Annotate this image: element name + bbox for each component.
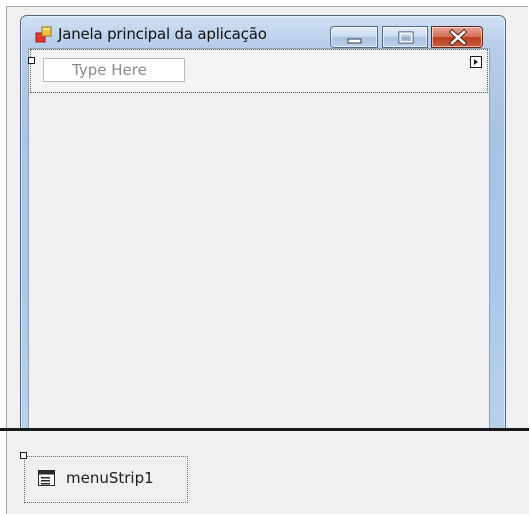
- close-button[interactable]: [431, 26, 483, 48]
- minimize-button[interactable]: [330, 26, 378, 48]
- tray-component-label: menuStrip1: [66, 469, 154, 487]
- selection-handle[interactable]: [28, 57, 35, 64]
- menustrip-component-icon: [38, 470, 55, 487]
- tray-component-menustrip[interactable]: menuStrip1: [24, 456, 188, 503]
- menu-strip-selection: [30, 49, 488, 93]
- window-title: Janela principal da aplicação: [58, 25, 267, 43]
- tray-selection-handle[interactable]: [20, 452, 27, 459]
- form-client-area[interactable]: Type Here: [28, 48, 490, 446]
- windows-forms-app-icon: [35, 26, 53, 44]
- smart-tag-button[interactable]: [470, 56, 482, 68]
- form-window[interactable]: Janela principal da aplicação Type Here: [20, 15, 506, 446]
- maximize-button[interactable]: [382, 26, 428, 48]
- title-bar[interactable]: Janela principal da aplicação: [21, 16, 505, 48]
